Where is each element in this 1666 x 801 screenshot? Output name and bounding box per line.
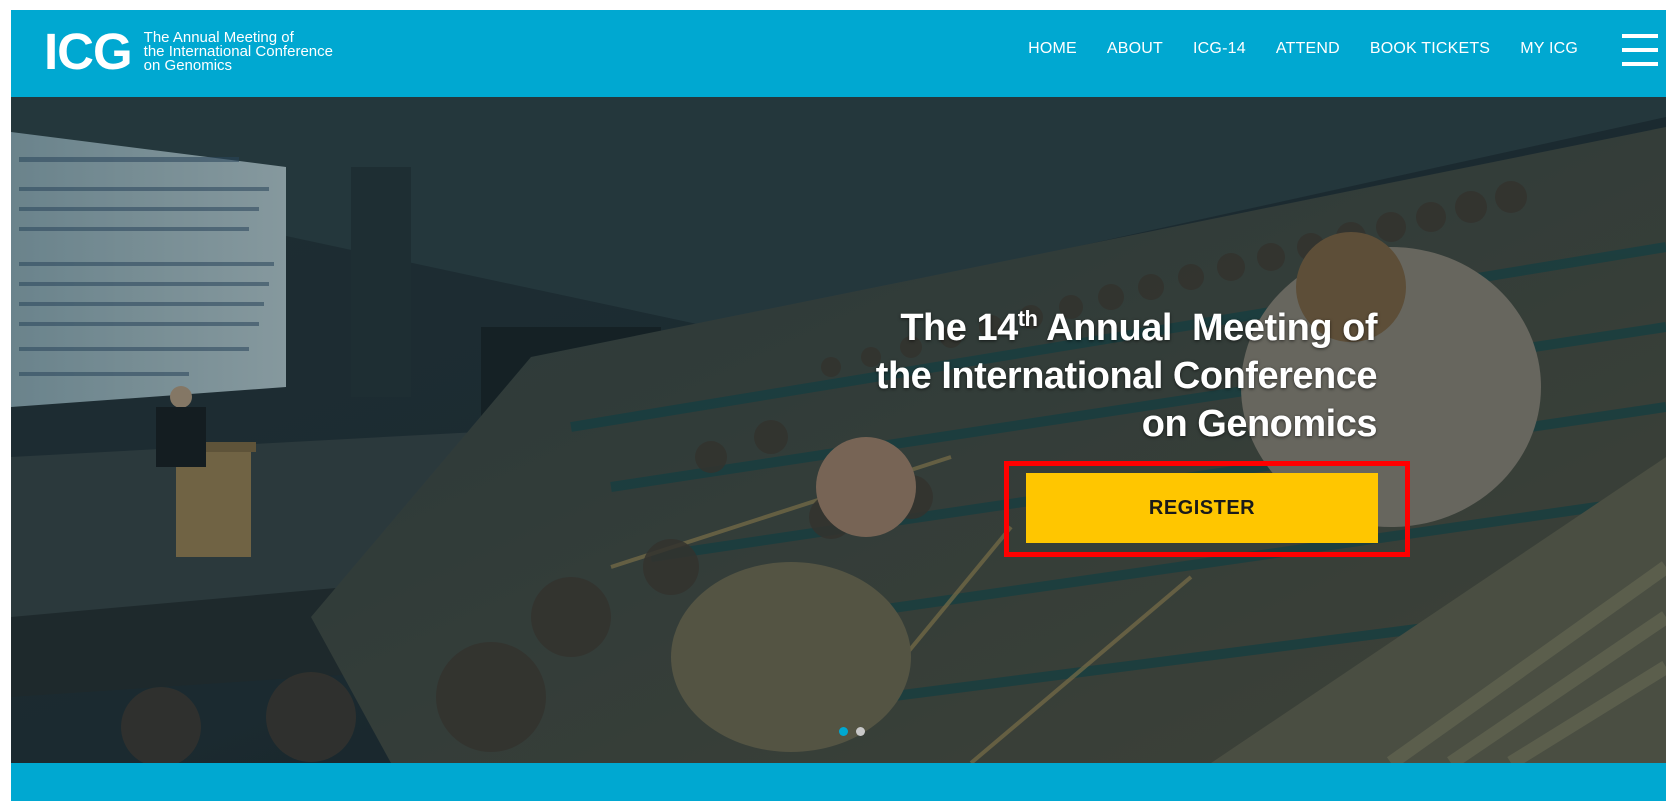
nav-my-icg[interactable]: MY ICG <box>1520 40 1578 58</box>
site-logo[interactable]: ICG The Annual Meeting of the Internatio… <box>44 23 333 80</box>
hero-title-line-2: the International Conference <box>875 355 1378 397</box>
slider-dot-1[interactable] <box>839 727 848 736</box>
nav-about[interactable]: ABOUT <box>1107 40 1163 58</box>
register-button[interactable]: REGISTER <box>1026 473 1378 543</box>
main-nav: HOME ABOUT ICG-14 ATTEND BOOK TICKETS MY… <box>1028 40 1578 58</box>
hero-background-photo <box>11 97 1666 763</box>
nav-home[interactable]: HOME <box>1028 40 1077 58</box>
site-header: ICG The Annual Meeting of the Internatio… <box>11 10 1666 97</box>
register-highlight-box: REGISTER <box>1004 461 1410 557</box>
hero-title-text: The 14 <box>900 307 1018 349</box>
page-frame: ICG The Annual Meeting of the Internatio… <box>11 10 1666 801</box>
hero-title: The 14th Annual Meeting of the Internati… <box>875 304 1378 448</box>
logo-mark: ICG <box>44 23 133 80</box>
nav-attend[interactable]: ATTEND <box>1276 40 1340 58</box>
hero-slider: The 14th Annual Meeting of the Internati… <box>11 97 1666 763</box>
hamburger-bar <box>1622 62 1658 66</box>
logo-tagline-line: on Genomics <box>143 57 233 74</box>
hero-title-text: Annual Meeting of <box>1037 307 1377 349</box>
hero-title-line-1: The 14th Annual Meeting of <box>876 304 1377 352</box>
nav-book-tickets[interactable]: BOOK TICKETS <box>1370 40 1490 58</box>
hamburger-bar <box>1622 34 1658 38</box>
hamburger-menu-icon[interactable] <box>1622 34 1658 66</box>
logo-tagline: The Annual Meeting of the International … <box>143 30 333 74</box>
slider-dot-2[interactable] <box>856 727 865 736</box>
hero-title-line-3: on Genomics <box>1141 403 1378 445</box>
footer-band <box>11 763 1666 801</box>
auditorium-illustration <box>11 97 1666 763</box>
nav-icg-14[interactable]: ICG-14 <box>1193 40 1246 58</box>
slider-pagination <box>839 727 865 736</box>
hero-title-superscript: th <box>1017 306 1038 331</box>
hamburger-bar <box>1622 48 1658 52</box>
